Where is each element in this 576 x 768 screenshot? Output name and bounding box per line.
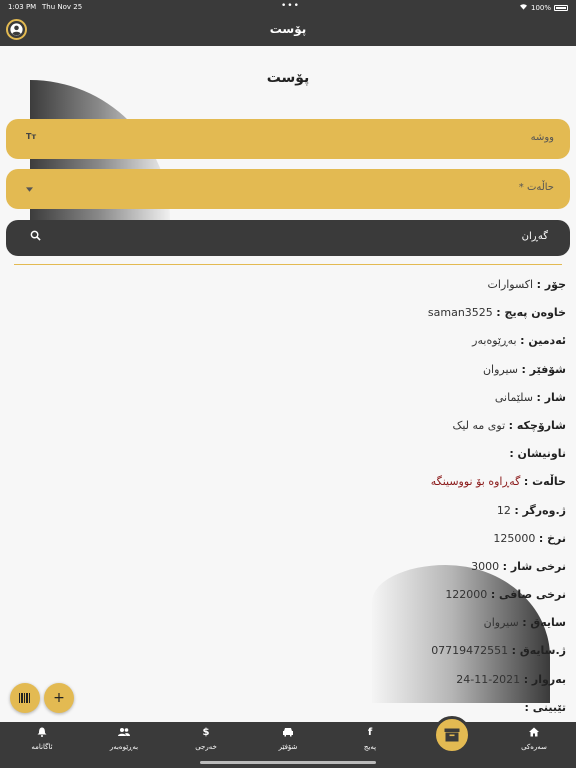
nav-item-home[interactable]: سەرەکی [494, 727, 574, 751]
status-right: 100% [519, 3, 568, 12]
nav-item-manager[interactable]: بەڕێوەبەر [84, 727, 164, 751]
home-icon [494, 727, 574, 741]
status-bar: 1:03 PM Thu Nov 25 ••• 100% [0, 0, 576, 14]
detail-key: بەروار : [523, 672, 566, 686]
detail-key: سایەق : [522, 616, 566, 630]
nav-label: شۆفێر [278, 743, 298, 751]
nav-label: پەیج [363, 743, 377, 751]
detail-value: 125000 [493, 531, 536, 545]
archive-button[interactable] [433, 716, 471, 754]
add-button[interactable]: + [44, 683, 74, 713]
detail-row-page-owner: خاوەن پەیج : saman3525 [106, 304, 566, 332]
wifi-icon [519, 3, 528, 12]
detail-key: نرخ : [538, 531, 566, 545]
detail-key: ژ.وەرگر : [514, 503, 566, 517]
detail-row-status: حاڵەت : گەڕاوە بۆ نووسینگە [106, 473, 566, 501]
detail-value: 07719472551 [431, 644, 509, 658]
detail-row-city: شار : سلێمانی [106, 389, 566, 417]
detail-row-price: نرخ : 125000 [106, 530, 566, 558]
detail-key: ئەدمین : [520, 334, 566, 348]
word-input[interactable]: Tт ووشە [6, 119, 570, 159]
barcode-icon [19, 693, 30, 703]
nav-label: خەرجی [195, 743, 217, 751]
home-indicator [200, 761, 376, 764]
status-dropdown-label: * حاڵەت [518, 182, 554, 193]
detail-key: خاوەن پەیج : [496, 306, 566, 320]
detail-row-driver: شۆفێر : سیروان [106, 361, 566, 389]
barcode-scan-button[interactable] [10, 683, 40, 713]
detail-row-town: شارۆچکە : توی مە لیک [106, 417, 567, 445]
detail-value: اکسوارات [487, 278, 534, 291]
divider [14, 264, 562, 265]
plus-icon: + [53, 690, 65, 706]
detail-key: نرخی شار : [502, 559, 566, 573]
detail-value: سیروان [482, 362, 519, 376]
detail-key: شۆفێر : [521, 362, 566, 376]
detail-value: 2021-11-24 [456, 672, 521, 686]
page-title: پۆست [266, 70, 310, 86]
detail-value: 12 [496, 503, 511, 517]
nav-label: ئاگانامە [31, 743, 53, 751]
nav-item-page[interactable]: f پەیج [330, 727, 410, 751]
detail-row-courier-phone: ژ.سایەق : 07719472551 [106, 642, 566, 670]
detail-row-type: جۆر : اکسوارات [106, 276, 566, 304]
status-time: 1:03 PM [8, 3, 37, 11]
detail-key: شار : [536, 390, 566, 404]
detail-key: ژ.سایەق : [511, 644, 566, 658]
detail-key: ناونیشان : [509, 447, 566, 461]
detail-row-courier: سایەق : سیروان [106, 614, 566, 642]
status-dropdown[interactable]: * حاڵەت [6, 169, 570, 209]
nav-item-notifications[interactable]: ئاگانامە [2, 727, 82, 751]
detail-value: 3000 [471, 559, 500, 573]
facebook-icon: f [367, 727, 373, 738]
search-button[interactable]: گەڕان [6, 220, 570, 256]
detail-key: نرخی صافی : [490, 588, 566, 602]
nav-item-expense[interactable]: $ خەرجی [166, 727, 246, 751]
dropdown-arrow-icon [26, 185, 33, 194]
dollar-icon: $ [202, 727, 210, 738]
word-input-label: ووشە [530, 132, 554, 143]
car-icon [248, 727, 328, 741]
detail-row-city-price: نرخی شار : 3000 [106, 558, 566, 586]
detail-value: 122000 [445, 588, 488, 602]
search-icon [30, 230, 41, 244]
detail-row-receiver: ژ.وەرگر : 12 [106, 502, 566, 530]
detail-key: جۆر : [536, 278, 566, 291]
nav-label: سەرەکی [521, 743, 547, 751]
detail-value: سلێمانی [494, 390, 533, 404]
battery-icon [554, 4, 568, 11]
detail-key: حاڵەت : [523, 475, 566, 489]
bottom-nav: سەرەکی f پەیج شۆفێر $ خەرجی بەڕێوەبەر ئا… [0, 722, 576, 768]
text-format-icon: Tт [26, 132, 37, 141]
battery-percent: 100% [530, 3, 551, 12]
search-button-label: گەڕان [521, 231, 548, 242]
detail-key: شارۆچکە : [508, 418, 566, 432]
nav-label: بەڕێوەبەر [109, 743, 139, 751]
bell-icon [2, 727, 82, 741]
people-icon [84, 727, 164, 741]
app-bar-title: پۆست [269, 22, 307, 36]
post-details: جۆر : اکسوارات خاوەن پەیج : saman3525 ئە… [106, 276, 566, 727]
multitasking-dots-icon[interactable]: ••• [281, 1, 300, 11]
detail-value: بەڕێوەبەر [472, 334, 517, 348]
status-value: گەڕاوە بۆ نووسینگە [430, 475, 521, 489]
detail-value: توی مە لیک [452, 418, 506, 432]
detail-value: saman3525 [427, 306, 493, 320]
detail-value: سیروان [483, 616, 519, 630]
detail-row-admin: ئەدمین : بەڕێوەبەر [106, 332, 566, 360]
status-date: Thu Nov 25 [42, 3, 83, 11]
app-bar: پۆست [0, 14, 576, 46]
detail-row-address: ناونیشان : [106, 445, 566, 473]
detail-row-date: بەروار : 2021-11-24 [106, 671, 566, 699]
archive-box-icon [444, 728, 460, 742]
detail-key: تێبینی : [524, 700, 566, 714]
detail-row-net-price: نرخی صافی : 122000 [106, 586, 566, 614]
nav-item-driver[interactable]: شۆفێر [248, 727, 328, 751]
